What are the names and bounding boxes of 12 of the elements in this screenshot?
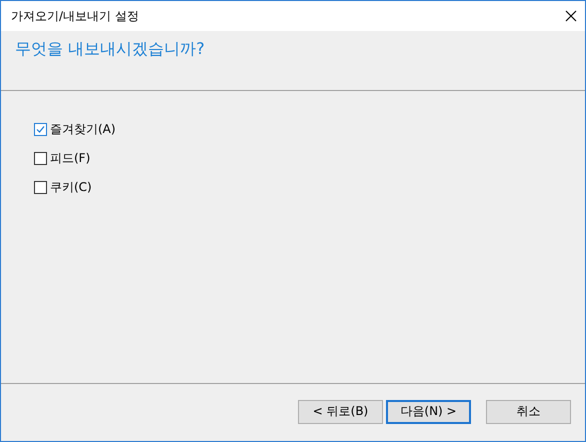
checkbox-label[interactable]: 쿠키(C) — [50, 178, 92, 196]
dialog-button[interactable]: 다음(N) > — [386, 400, 471, 424]
dialog-button[interactable]: 취소 — [486, 400, 571, 424]
page-heading: 무엇을 내보내시겠습니까? — [15, 39, 205, 58]
checkbox[interactable] — [34, 122, 47, 136]
checkbox-label[interactable]: 즐겨찾기(A) — [50, 120, 116, 138]
checkbox[interactable] — [34, 180, 47, 194]
close-icon[interactable] — [565, 10, 577, 22]
dialog-button[interactable]: < 뒤로(B) — [298, 400, 383, 424]
window-title: 가져오기/내보내기 설정 — [11, 8, 139, 24]
checkbox[interactable] — [34, 152, 47, 164]
checkbox-label[interactable]: 피드(F) — [50, 150, 90, 166]
